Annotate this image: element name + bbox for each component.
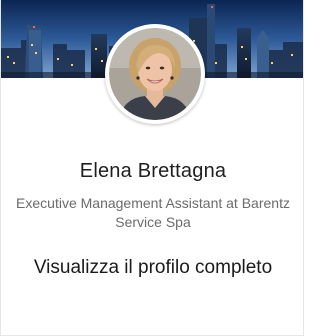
- profile-card: Elena Brettagna Executive Management Ass…: [0, 0, 304, 336]
- avatar: [109, 28, 201, 120]
- profile-headline: Executive Management Assistant at Barent…: [16, 195, 290, 230]
- view-full-profile-link[interactable]: Visualizza il profilo completo: [21, 252, 285, 284]
- avatar-frame[interactable]: [105, 24, 205, 124]
- profile-name: Elena Brettagna: [79, 160, 227, 182]
